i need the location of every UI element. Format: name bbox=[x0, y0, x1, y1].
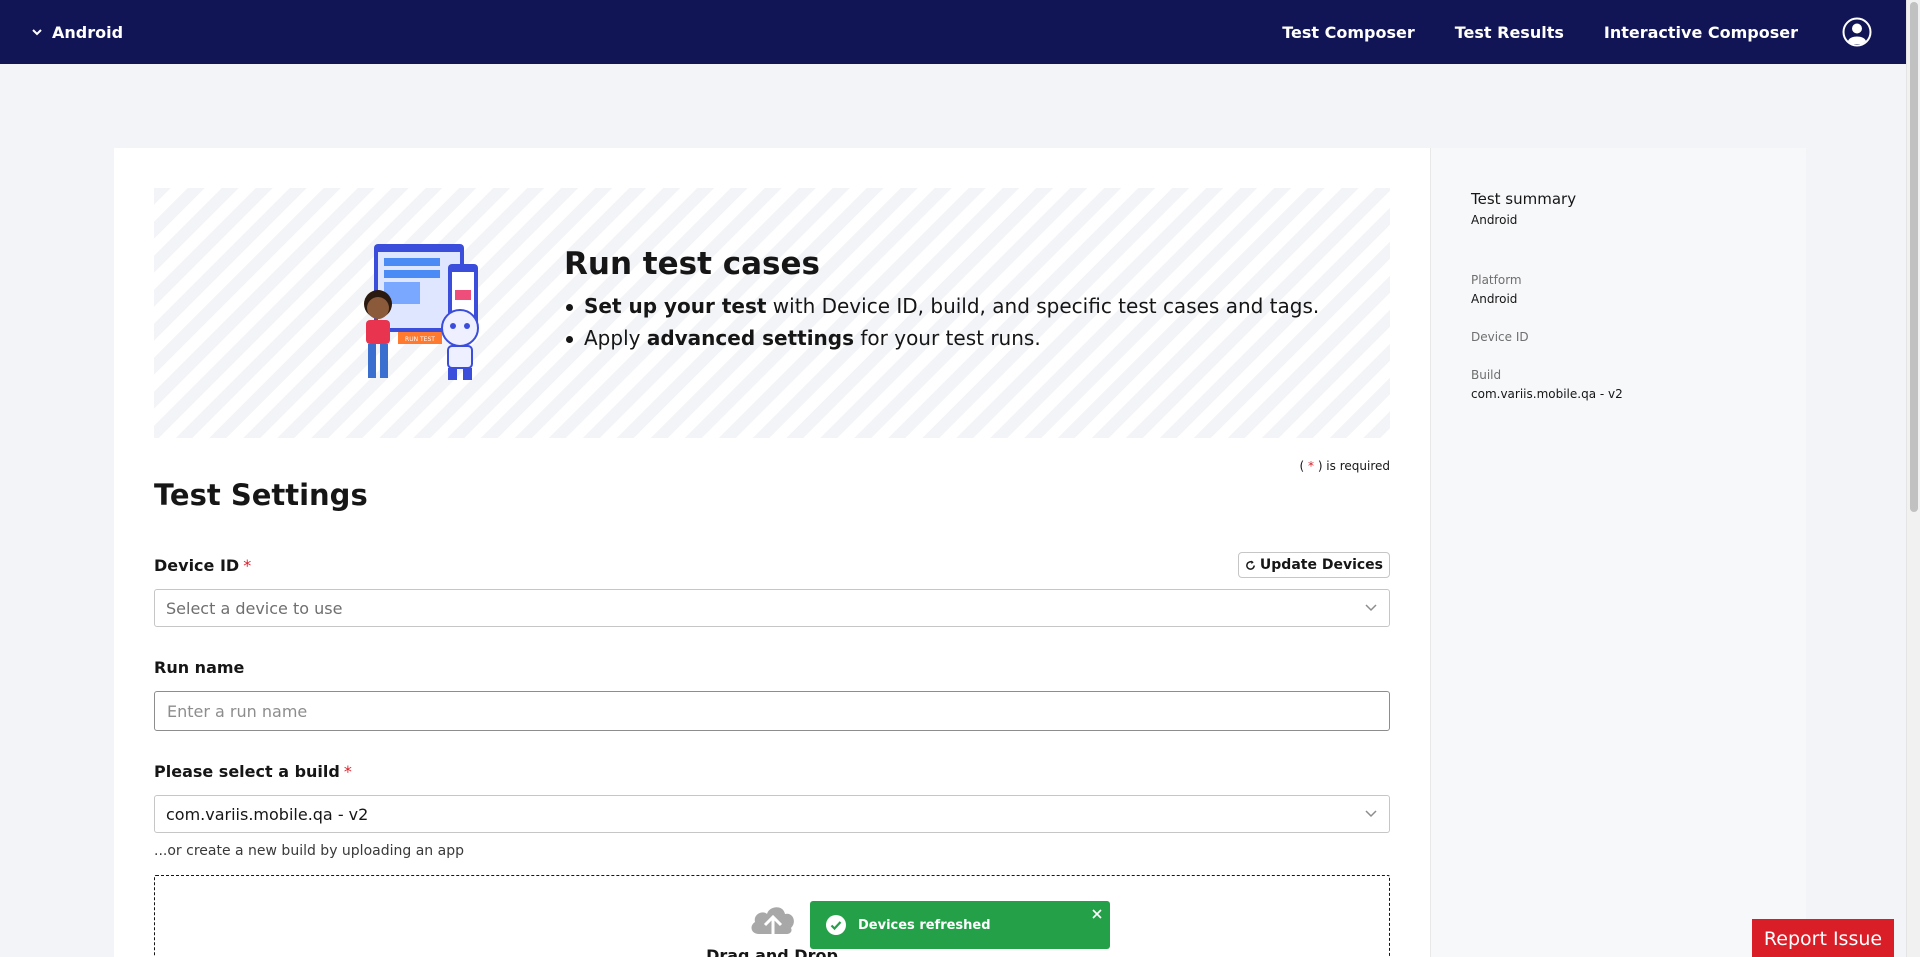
run-name-input[interactable] bbox=[154, 691, 1390, 731]
main-nav: Test Composer Test Results Interactive C… bbox=[1242, 0, 1798, 64]
run-test-form-card: RUN TEST Run test cases Set up your test… bbox=[114, 148, 1430, 957]
success-toast: Devices refreshed bbox=[810, 901, 1110, 949]
build-select-value: com.variis.mobile.qa - v2 bbox=[166, 804, 369, 824]
summary-title: Test summary bbox=[1471, 190, 1577, 208]
banner-title: Run test cases bbox=[564, 246, 820, 282]
nav-test-composer[interactable]: Test Composer bbox=[1282, 23, 1415, 42]
cloud-upload-icon bbox=[751, 907, 794, 942]
build-select[interactable]: com.variis.mobile.qa - v2 bbox=[154, 795, 1390, 833]
update-devices-label: Update Devices bbox=[1259, 557, 1383, 573]
update-devices-button[interactable]: Update Devices bbox=[1237, 552, 1390, 578]
banner-bullet-setup: Set up your test with Device ID, build, … bbox=[564, 294, 1319, 318]
required-note-close: ) is required bbox=[1314, 459, 1390, 473]
nav-interactive-composer[interactable]: Interactive Composer bbox=[1604, 23, 1798, 42]
device-id-label: Device ID * bbox=[154, 556, 251, 575]
toast-message: Devices refreshed bbox=[858, 917, 991, 933]
build-required-star: * bbox=[343, 762, 352, 781]
device-id-placeholder: Select a device to use bbox=[166, 598, 343, 618]
scrollbar-thumb[interactable] bbox=[1910, 2, 1918, 512]
summary-device-label: Device ID bbox=[1471, 330, 1529, 344]
device-id-required-star: * bbox=[243, 556, 252, 575]
intro-banner: RUN TEST Run test cases Set up your test… bbox=[154, 188, 1390, 438]
dropzone-title: Drag and Drop bbox=[706, 946, 838, 957]
banner-bullet-advanced-start: Apply bbox=[584, 326, 647, 350]
run-test-illustration: RUN TEST bbox=[364, 244, 479, 380]
banner-bullet-setup-text: with Device ID, build, and specific test… bbox=[766, 294, 1320, 318]
report-issue-button[interactable]: Report Issue bbox=[1752, 919, 1894, 957]
build-label-text: Please select a build bbox=[154, 762, 340, 781]
section-title: Test Settings bbox=[154, 478, 368, 512]
refresh-icon bbox=[1246, 559, 1255, 570]
summary-subtitle: Android bbox=[1471, 213, 1518, 227]
app-upload-dropzone[interactable]: Drag and Drop bbox=[154, 875, 1390, 957]
illustration-badge-text: RUN TEST bbox=[405, 336, 435, 343]
banner-bullet-advanced-bold: advanced settings bbox=[646, 326, 855, 350]
close-icon[interactable] bbox=[1092, 909, 1102, 919]
summary-build-label: Build bbox=[1471, 368, 1502, 382]
banner-bullet-setup-bold: Set up your test bbox=[584, 294, 767, 318]
chevron-down-icon bbox=[1365, 810, 1377, 818]
page-scrollbar[interactable] bbox=[1906, 0, 1920, 957]
nav-test-results[interactable]: Test Results bbox=[1455, 23, 1564, 42]
user-avatar-icon[interactable] bbox=[1842, 17, 1872, 47]
banner-bullets: Set up your test with Device ID, build, … bbox=[564, 294, 1319, 358]
required-note: ( * ) is required bbox=[1300, 459, 1391, 473]
project-name: Android bbox=[52, 22, 124, 42]
banner-bullet-advanced: Apply advanced settings for your test ru… bbox=[564, 326, 1319, 350]
banner-bullet-advanced-text: for your test runs. bbox=[854, 326, 1041, 350]
test-summary-panel: Test summary Android Platform Android De… bbox=[1430, 148, 1806, 957]
chevron-down-icon bbox=[32, 29, 42, 36]
run-name-label: Run name bbox=[154, 658, 245, 677]
summary-build-value: com.variis.mobile.qa - v2 bbox=[1471, 387, 1623, 401]
device-id-select[interactable]: Select a device to use bbox=[154, 589, 1390, 627]
summary-platform-label: Platform bbox=[1471, 273, 1522, 287]
required-note-open: ( bbox=[1299, 459, 1308, 473]
checkmark-circle-icon bbox=[826, 915, 846, 935]
top-navbar: Android Test Composer Test Results Inter… bbox=[0, 0, 1906, 64]
build-helper-text: ...or create a new build by uploading an… bbox=[154, 843, 464, 859]
build-label: Please select a build * bbox=[154, 762, 352, 781]
chevron-down-icon bbox=[1365, 604, 1377, 612]
device-id-label-text: Device ID bbox=[154, 556, 240, 575]
project-selector[interactable]: Android bbox=[32, 23, 123, 42]
summary-platform-value: Android bbox=[1471, 292, 1518, 306]
